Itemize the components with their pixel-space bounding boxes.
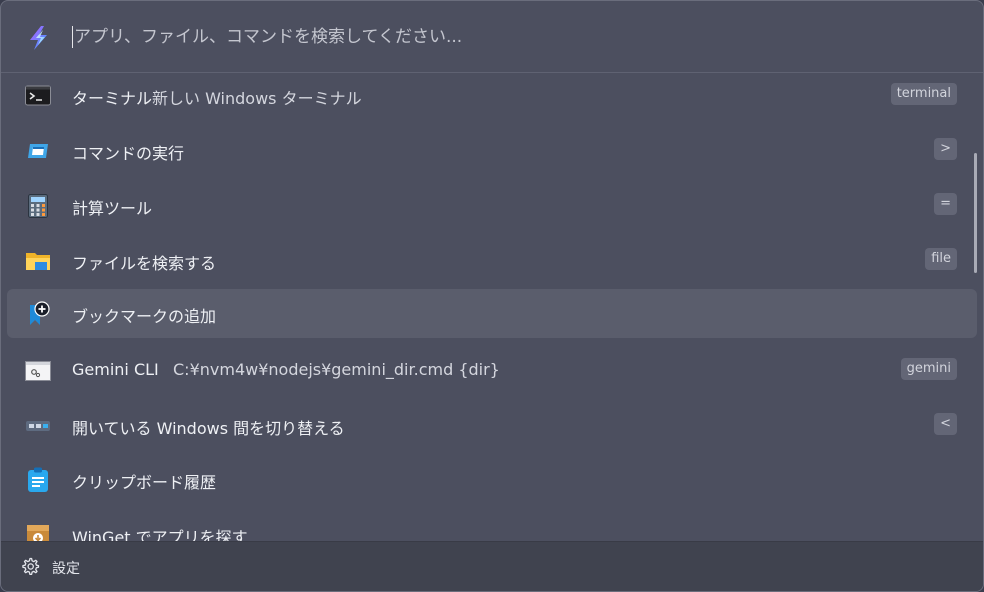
list-item[interactable]: ファイルを検索する file [7, 236, 977, 285]
list-item[interactable]: Gemini CLI C:¥nvm4w¥nodejs¥gemini_dir.cm… [7, 346, 977, 395]
item-subtitle: C:¥nvm4w¥nodejs¥gemini_dir.cmd {dir} [173, 360, 500, 379]
clipboard-icon [24, 466, 52, 494]
results-list: ターミナル 新しい Windows ターミナル terminal コマンドの実行… [1, 73, 983, 541]
footer-bar: 設定 [1, 541, 983, 591]
winget-icon [24, 521, 52, 541]
list-item-selected[interactable]: ブックマークの追加 [7, 289, 977, 338]
search-bar [1, 1, 983, 73]
shortcut-badge: terminal [890, 83, 957, 105]
shortcut-badge: gemini [900, 358, 957, 380]
folder-icon [24, 247, 52, 275]
item-subtitle: 新しい Windows ターミナル [152, 89, 362, 108]
item-title: ターミナル [72, 89, 153, 108]
item-title: Gemini CLI [72, 360, 159, 379]
calculator-icon [24, 192, 52, 220]
list-item[interactable]: 開いている Windows 間を切り替える < [7, 401, 977, 450]
text-caret [72, 26, 73, 48]
terminal-icon [24, 82, 52, 110]
item-title: WinGet でアプリを探す [72, 528, 248, 541]
list-item[interactable]: 計算ツール = [7, 181, 977, 230]
gemini-cli-icon [24, 357, 52, 385]
item-title: クリップボード履歴 [72, 473, 217, 492]
gear-icon[interactable] [20, 557, 40, 577]
shortcut-badge: = [934, 193, 957, 215]
item-title: 計算ツール [72, 199, 153, 218]
window-switch-icon [24, 412, 52, 440]
list-item[interactable]: コマンドの実行 > [7, 126, 977, 175]
search-input[interactable] [74, 22, 954, 52]
item-title: ブックマークの追加 [72, 307, 217, 326]
lightning-logo-icon [30, 26, 47, 50]
list-item[interactable]: クリップボード履歴 [7, 455, 977, 504]
settings-link[interactable]: 設定 [52, 558, 80, 578]
item-title: コマンドの実行 [72, 144, 185, 163]
command-palette-window: ターミナル 新しい Windows ターミナル terminal コマンドの実行… [0, 0, 984, 592]
shortcut-badge: file [925, 248, 957, 270]
shortcut-badge: < [934, 413, 957, 435]
item-title: 開いている Windows 間を切り替える [72, 419, 345, 438]
list-item[interactable]: ターミナル 新しい Windows ターミナル terminal [7, 73, 977, 120]
item-title: ファイルを検索する [72, 254, 217, 273]
run-command-icon [24, 137, 52, 165]
list-item[interactable]: WinGet でアプリを探す [7, 510, 977, 541]
shortcut-badge: > [934, 138, 957, 160]
bookmark-add-icon [24, 300, 52, 328]
scrollbar-thumb[interactable] [974, 153, 977, 273]
